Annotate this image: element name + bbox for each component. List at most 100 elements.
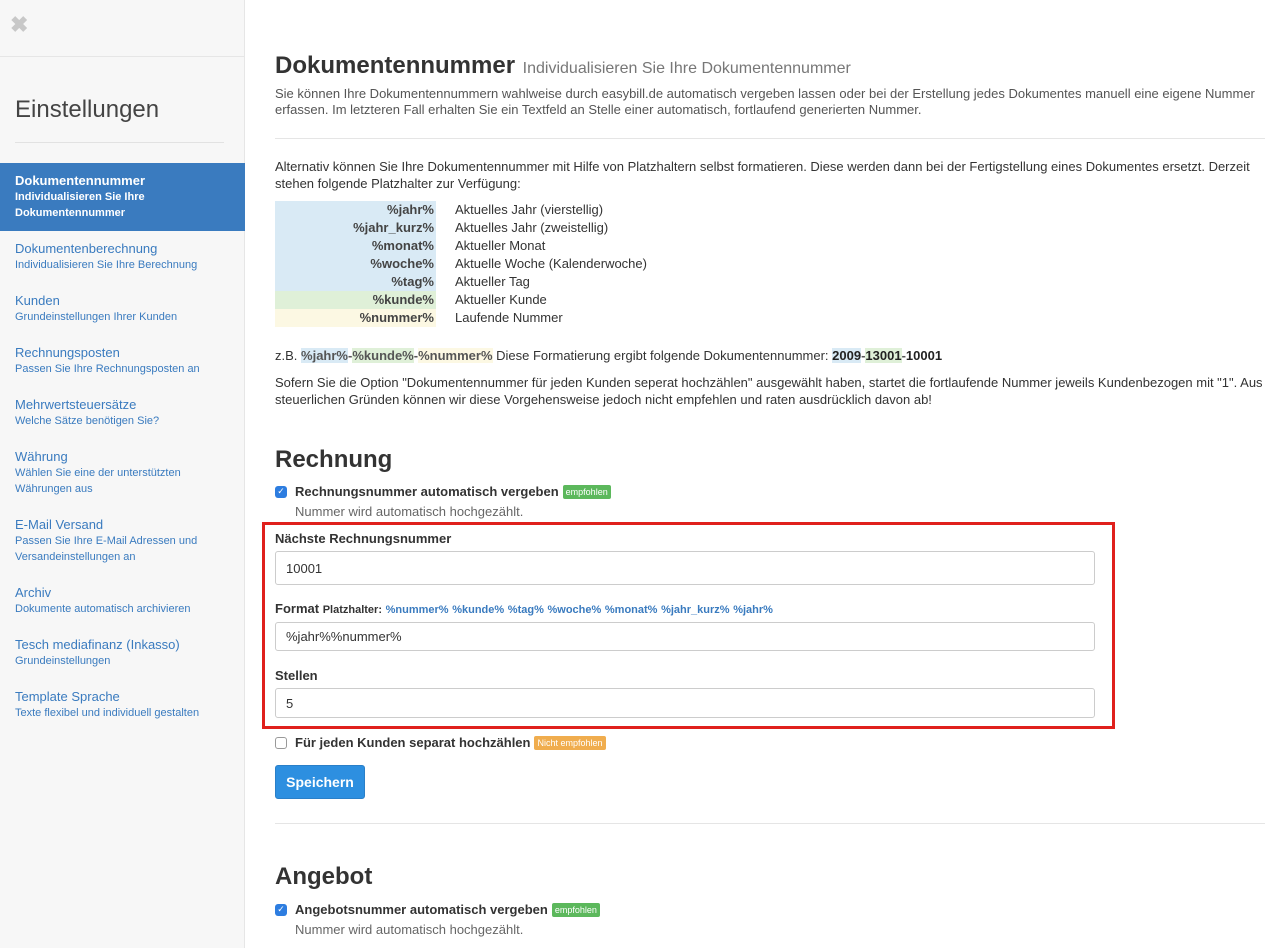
example-placeholder-kunde: %kunde% <box>352 348 414 363</box>
placeholder-row: %nummer% Laufende Nummer <box>275 309 647 327</box>
format-label: Format Platzhalter: %nummer% %kunde% %ta… <box>275 601 773 616</box>
example-result-number: 10001 <box>905 348 943 363</box>
nav-item-title: Template Sprache <box>15 689 120 704</box>
nav-item-mehrwertsteuersaetze[interactable]: Mehrwertsteuersätze Welche Sätze benötig… <box>0 387 245 439</box>
separate-count-row: Für jeden Kunden separat hochzählen Nich… <box>275 735 606 750</box>
example-placeholder-jahr: %jahr% <box>301 348 348 363</box>
nav-item-subtitle: Passen Sie Ihre Rechnungsposten an <box>15 363 200 375</box>
section-divider <box>275 138 1265 139</box>
recommended-badge: empfohlen <box>551 902 600 917</box>
format-placeholder-link[interactable]: %nummer% <box>386 604 449 616</box>
example-placeholder-nummer: %nummer% <box>418 348 493 363</box>
page-title-sub: Individualisieren Sie Ihre Dokumentennum… <box>522 60 851 77</box>
nav-item-tesch-mediafinanz[interactable]: Tesch mediafinanz (Inkasso) Grundeinstel… <box>0 627 245 679</box>
settings-nav: Dokumentennummer Individualisieren Sie I… <box>0 163 245 731</box>
rechnung-auto-label: Rechnungsnummer automatisch vergeben <box>295 484 559 499</box>
nav-item-kunden[interactable]: Kunden Grundeinstellungen Ihrer Kunden <box>0 283 245 335</box>
rechnung-heading: Rechnung <box>275 446 393 473</box>
placeholder-row: %jahr% Aktuelles Jahr (vierstellig) <box>275 201 647 219</box>
placeholder-desc: Aktuelle Woche (Kalenderwoche) <box>455 256 647 271</box>
placeholder-row: %tag% Aktueller Tag <box>275 273 647 291</box>
nav-item-email-versand[interactable]: E-Mail Versand Passen Sie Ihre E-Mail Ad… <box>0 507 245 575</box>
placeholder-row: %woche% Aktuelle Woche (Kalenderwoche) <box>275 255 647 273</box>
nav-item-title: Mehrwertsteuersätze <box>15 397 137 412</box>
format-placeholder-prefix: Platzhalter: <box>322 604 382 616</box>
nav-item-subtitle: Individualisieren Sie Ihre Berechnung <box>15 259 198 271</box>
next-number-label: Nächste Rechnungsnummer <box>275 531 452 546</box>
placeholder-key: %kunde% <box>275 291 436 309</box>
placeholder-desc: Aktueller Tag <box>455 274 530 289</box>
format-label-text: Format <box>275 601 320 616</box>
sidebar-title-divider <box>15 142 224 143</box>
format-input[interactable]: %jahr%%nummer% <box>275 622 1095 651</box>
nav-item-title: Dokumentenberechnung <box>15 241 158 256</box>
format-placeholder-link[interactable]: %kunde% <box>452 604 504 616</box>
angebot-auto-label: Angebotsnummer automatisch vergeben <box>295 902 548 917</box>
angebot-auto-row: ✓ Angebotsnummer automatisch vergeben em… <box>275 902 600 917</box>
placeholder-key: %monat% <box>275 237 436 255</box>
nav-item-subtitle: Grundeinstellungen Ihrer Kunden <box>15 311 178 323</box>
rechnung-auto-row: ✓ Rechnungsnummer automatisch vergeben e… <box>275 484 611 499</box>
nav-item-dokumentennummer[interactable]: Dokumentennummer Individualisieren Sie I… <box>0 163 245 231</box>
placeholder-key: %jahr_kurz% <box>275 219 436 237</box>
page-title: Dokumentennummer Individualisieren Sie I… <box>275 52 851 80</box>
placeholder-desc: Aktueller Kunde <box>455 292 547 307</box>
digits-input[interactable]: 5 <box>275 688 1095 718</box>
sidebar-divider <box>0 56 245 57</box>
angebot-auto-help: Nummer wird automatisch hochgezählt. <box>295 922 524 937</box>
placeholder-key: %tag% <box>275 273 436 291</box>
example-middle-text: Diese Formatierung ergibt folgende Dokum… <box>496 348 829 363</box>
close-icon[interactable]: ✖ <box>10 14 28 36</box>
format-example: z.B. %jahr%-%kunde%-%nummer% Diese Forma… <box>275 347 942 364</box>
nav-item-template-sprache[interactable]: Template Sprache Texte flexibel und indi… <box>0 679 245 731</box>
placeholder-key: %woche% <box>275 255 436 273</box>
nav-item-title: Rechnungsposten <box>15 345 120 360</box>
nav-item-archiv[interactable]: Archiv Dokumente automatisch archivieren <box>0 575 245 627</box>
nav-item-subtitle: Welche Sätze benötigen Sie? <box>15 415 160 427</box>
next-number-input[interactable]: 10001 <box>275 551 1095 585</box>
recommended-badge: empfohlen <box>562 484 611 499</box>
page-title-main: Dokumentennummer <box>275 52 516 79</box>
placeholder-key: %nummer% <box>275 309 436 327</box>
angebot-auto-checkbox[interactable]: ✓ <box>275 903 287 916</box>
placeholder-desc: Laufende Nummer <box>455 310 563 325</box>
nav-item-subtitle: Passen Sie Ihre E-Mail Adressen und Vers… <box>15 535 198 563</box>
format-placeholder-link[interactable]: %jahr_kurz% <box>661 604 729 616</box>
nav-item-subtitle: Wählen Sie eine der unterstützten Währun… <box>15 467 181 495</box>
nav-item-rechnungsposten[interactable]: Rechnungsposten Passen Sie Ihre Rechnung… <box>0 335 245 387</box>
save-button[interactable]: Speichern <box>275 765 365 799</box>
placeholder-row: %monat% Aktueller Monat <box>275 237 647 255</box>
separate-count-note: Sofern Sie die Option "Dokumentennummer … <box>275 375 1263 407</box>
nav-item-title: E-Mail Versand <box>15 517 104 532</box>
placeholder-desc: Aktuelles Jahr (zweistellig) <box>455 220 609 235</box>
placeholder-table: %jahr% Aktuelles Jahr (vierstellig) %jah… <box>275 201 647 327</box>
placeholder-desc: Aktuelles Jahr (vierstellig) <box>455 202 604 217</box>
placeholder-key: %jahr% <box>275 201 436 219</box>
rechnung-auto-checkbox[interactable]: ✓ <box>275 485 287 498</box>
example-prefix: z.B. <box>275 348 298 363</box>
nav-item-title: Währung <box>15 449 68 464</box>
format-placeholder-link[interactable]: %monat% <box>605 604 658 616</box>
placeholder-desc: Aktueller Monat <box>455 238 546 253</box>
nav-item-waehrung[interactable]: Währung Wählen Sie eine der unterstützte… <box>0 439 245 507</box>
placeholder-intro-text: Alternativ können Sie Ihre Dokumentennum… <box>275 159 1250 191</box>
separate-count-checkbox[interactable] <box>275 736 287 749</box>
nav-item-subtitle: Texte flexibel und individuell gestalten <box>15 707 200 719</box>
placeholder-row: %kunde% Aktueller Kunde <box>275 291 647 309</box>
nav-item-title: Dokumentennummer <box>15 173 146 188</box>
nav-item-dokumentenberechnung[interactable]: Dokumentenberechnung Individualisieren S… <box>0 231 245 283</box>
format-placeholder-link[interactable]: %tag% <box>508 604 544 616</box>
nav-item-subtitle: Grundeinstellungen <box>15 655 111 667</box>
angebot-heading: Angebot <box>275 863 373 890</box>
rechnung-auto-help: Nummer wird automatisch hochgezählt. <box>295 504 524 519</box>
example-result-customer: 13001 <box>865 348 902 363</box>
nav-item-title: Archiv <box>15 585 52 600</box>
format-placeholder-link[interactable]: %jahr% <box>733 604 773 616</box>
nav-item-title: Tesch mediafinanz (Inkasso) <box>15 637 180 652</box>
digits-label: Stellen <box>275 668 318 683</box>
not-recommended-badge: Nicht empfohlen <box>534 735 606 750</box>
format-placeholder-link[interactable]: %woche% <box>547 604 601 616</box>
nav-item-title: Kunden <box>15 293 60 308</box>
intro-text: Sie können Ihre Dokumentennummern wahlwe… <box>275 86 1255 117</box>
placeholder-row: %jahr_kurz% Aktuelles Jahr (zweistellig) <box>275 219 647 237</box>
